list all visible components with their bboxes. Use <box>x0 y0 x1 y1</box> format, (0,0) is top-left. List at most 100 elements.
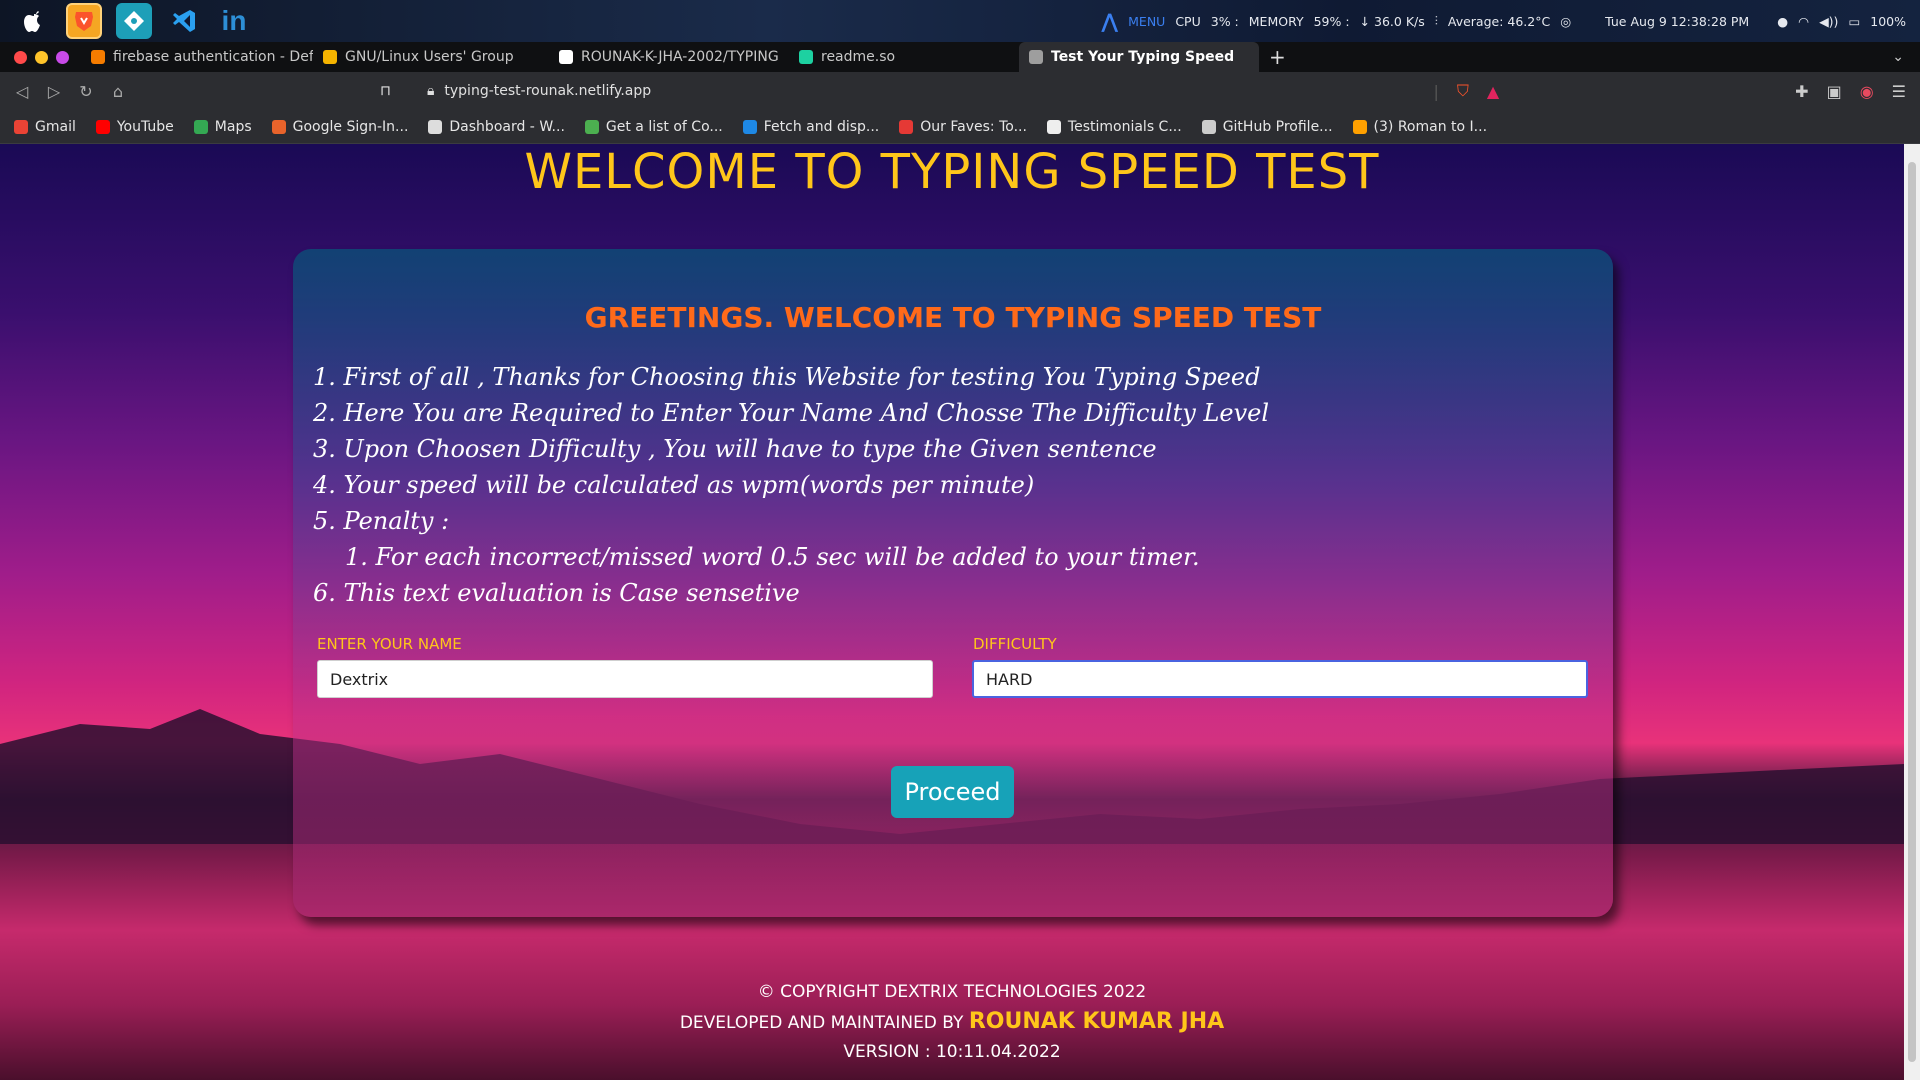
bookmark-item[interactable]: Get a list of Co... <box>584 119 723 135</box>
tab-favicon-icon <box>323 50 337 64</box>
tab-label: firebase authentication - Def <box>113 49 313 65</box>
footer-version: VERSION : 10:11.04.2022 <box>843 1042 1061 1062</box>
scrollbar-thumb[interactable] <box>1908 162 1916 1062</box>
tab-list-chevron-icon[interactable]: ⌄ <box>1892 49 1904 65</box>
bookmark-favicon-icon <box>584 119 599 134</box>
bookmark-item[interactable]: Google Sign-In... <box>271 118 409 135</box>
page-footer: © COPYRIGHT DEXTRIX TECHNOLOGIES 2022 DE… <box>0 978 1904 1067</box>
difficulty-select[interactable] <box>972 660 1588 698</box>
network-speed: ↓ 36.0 K/s <box>1359 13 1425 29</box>
window-close-button[interactable] <box>14 50 27 64</box>
extensions-puzzle-icon[interactable]: ✚ <box>1795 82 1808 101</box>
tab-label: readme.so <box>821 49 896 65</box>
bookmark-favicon-icon <box>193 119 208 134</box>
bookmark-item[interactable]: Fetch and disp... <box>742 118 880 135</box>
bookmark-item[interactable]: Testimonials C... <box>1046 119 1182 135</box>
menu-label[interactable]: MENU <box>1128 14 1165 29</box>
forward-arrow-icon[interactable]: ▷ <box>38 82 70 101</box>
bookmark-favicon-icon <box>899 119 914 134</box>
bookmark-favicon-icon <box>271 119 286 134</box>
browser-tab[interactable]: Test Your Typing Speed ✕ <box>1019 42 1259 72</box>
bookmark-icon[interactable]: ⊓ <box>380 83 391 99</box>
git-client-icon[interactable] <box>116 3 152 39</box>
tab-close-icon[interactable]: ✕ <box>1258 49 1259 65</box>
clock[interactable]: Tue Aug 9 12:38:28 PM <box>1605 14 1749 29</box>
url-field[interactable]: ⊓ 🔒︎ typing-test-rounak.netlify.app <box>380 83 651 99</box>
bookmark-label: Maps <box>214 118 252 135</box>
bookmark-favicon-icon <box>14 119 28 134</box>
rule-item: 2. Here You are Required to Enter Your N… <box>313 399 1270 427</box>
rules-list: 1. First of all , Thanks for Choosing th… <box>313 359 1269 611</box>
sub-rule-item: 1. For each incorrect/missed word 0.5 se… <box>345 543 1200 571</box>
bookmark-favicon-icon <box>1352 119 1367 134</box>
profile-avatar-icon[interactable]: ◉ <box>1860 82 1874 101</box>
linkedin-icon[interactable]: in <box>216 3 252 39</box>
tab-label: ROUNAK-K-JHA-2002/TYPING <box>581 49 779 65</box>
volume-icon[interactable]: ◀)) <box>1819 14 1838 29</box>
bookmark-item[interactable]: Maps <box>193 118 252 135</box>
hamburger-menu-icon[interactable]: ☰ <box>1892 82 1906 101</box>
temperature-reading: Average: 46.2°C <box>1447 13 1551 29</box>
browser-tab[interactable]: ROUNAK-K-JHA-2002/TYPING <box>549 42 789 72</box>
bookmark-label: (3) Roman to I... <box>1373 118 1488 135</box>
wifi-icon[interactable]: ◠ <box>1798 14 1809 29</box>
proceed-button[interactable]: Proceed <box>891 766 1014 818</box>
brave-rewards-icon[interactable]: ▲ <box>1487 82 1499 101</box>
battery-icon[interactable]: ▭ <box>1848 14 1860 29</box>
bookmark-item[interactable]: Our Faves: To... <box>899 119 1027 135</box>
rule-item: 3. Upon Choosen Difficulty , You will ha… <box>313 435 1157 463</box>
memory-label: MEMORY <box>1248 13 1304 29</box>
browser-tab[interactable]: GNU/Linux Users' Group <box>313 42 549 72</box>
apple-menu-icon[interactable] <box>16 3 52 39</box>
bookmark-favicon-icon <box>1201 119 1216 134</box>
memory-value: 59% : <box>1313 13 1350 29</box>
notification-dot-icon[interactable]: ● <box>1777 14 1788 29</box>
bookmark-favicon-icon <box>1046 119 1061 134</box>
rule-item: 4. Your speed will be calculated as wpm(… <box>313 471 1035 499</box>
tab-favicon-icon <box>1029 50 1043 64</box>
os-top-bar: in ⋀ MENU CPU 3% : MEMORY 59% : ↓ 36.0 K… <box>0 0 1920 42</box>
tab-label: Test Your Typing Speed <box>1051 49 1235 65</box>
name-input[interactable] <box>317 660 933 698</box>
cpu-label: CPU <box>1175 13 1201 29</box>
bookmark-label: Google Sign-In... <box>292 118 409 135</box>
bookmark-item[interactable]: Dashboard - W... <box>428 119 565 135</box>
window-minimize-button[interactable] <box>35 50 48 64</box>
back-arrow-icon[interactable]: ◁ <box>6 82 38 101</box>
bookmark-item[interactable]: Gmail <box>14 119 76 135</box>
arc-menu-icon[interactable]: ⋀ <box>1101 9 1118 33</box>
bookmark-item[interactable]: YouTube <box>95 119 174 135</box>
bookmark-label: Our Faves: To... <box>920 118 1027 135</box>
bookmark-item[interactable]: (3) Roman to I... <box>1352 118 1488 135</box>
browser-tab[interactable]: readme.so <box>789 42 1019 72</box>
bookmark-item[interactable]: GitHub Profile... <box>1201 119 1333 135</box>
wallet-icon[interactable]: ▣ <box>1827 82 1842 101</box>
bookmarks-bar: Gmail YouTube Maps Google Sign-In... Dashboa… <box>0 110 1920 144</box>
home-icon[interactable]: ⌂ <box>102 82 134 101</box>
bookmark-label: Dashboard - W... <box>449 118 565 135</box>
window-maximize-button[interactable] <box>56 50 69 64</box>
footer-copyright: © COPYRIGHT DEXTRIX TECHNOLOGIES 2022 <box>757 982 1147 1002</box>
instructions-card: GREETINGS. WELCOME TO TYPING SPEED TEST … <box>293 249 1613 917</box>
new-tab-button[interactable]: + <box>1269 45 1286 69</box>
browser-tab[interactable]: firebase authentication - Def <box>81 42 313 72</box>
url-text[interactable]: typing-test-rounak.netlify.app <box>444 83 651 99</box>
vscode-icon[interactable] <box>166 3 202 39</box>
brave-shields-icon[interactable]: ⛉ <box>1457 81 1469 101</box>
rule-item: 5. Penalty : <box>313 507 450 535</box>
rule-item: 6. This text evaluation is Case sensetiv… <box>313 579 800 607</box>
card-heading: GREETINGS. WELCOME TO TYPING SPEED TEST <box>584 301 1322 334</box>
temperature-icon: ⫶ <box>1434 13 1438 28</box>
tab-favicon-icon <box>91 50 105 64</box>
tab-favicon-icon <box>559 50 573 64</box>
cpu-value: 3% : <box>1210 13 1239 29</box>
accessibility-icon[interactable]: ◎ <box>1560 14 1571 29</box>
reload-icon[interactable]: ↻ <box>70 82 102 101</box>
footer-author: ROUNAK KUMAR JHA <box>968 1009 1225 1034</box>
page-scrollbar[interactable] <box>1904 144 1920 1080</box>
name-label: ENTER YOUR NAME <box>317 635 462 653</box>
browser-toolbar-right: | ⛉ ▲ ✚ ▣ ◉ ☰ <box>1433 81 1906 101</box>
bookmark-label: Fetch and disp... <box>763 118 880 135</box>
system-status-area: ⋀ MENU CPU 3% : MEMORY 59% : ↓ 36.0 K/s … <box>1101 0 1906 42</box>
brave-browser-icon[interactable] <box>66 3 102 39</box>
